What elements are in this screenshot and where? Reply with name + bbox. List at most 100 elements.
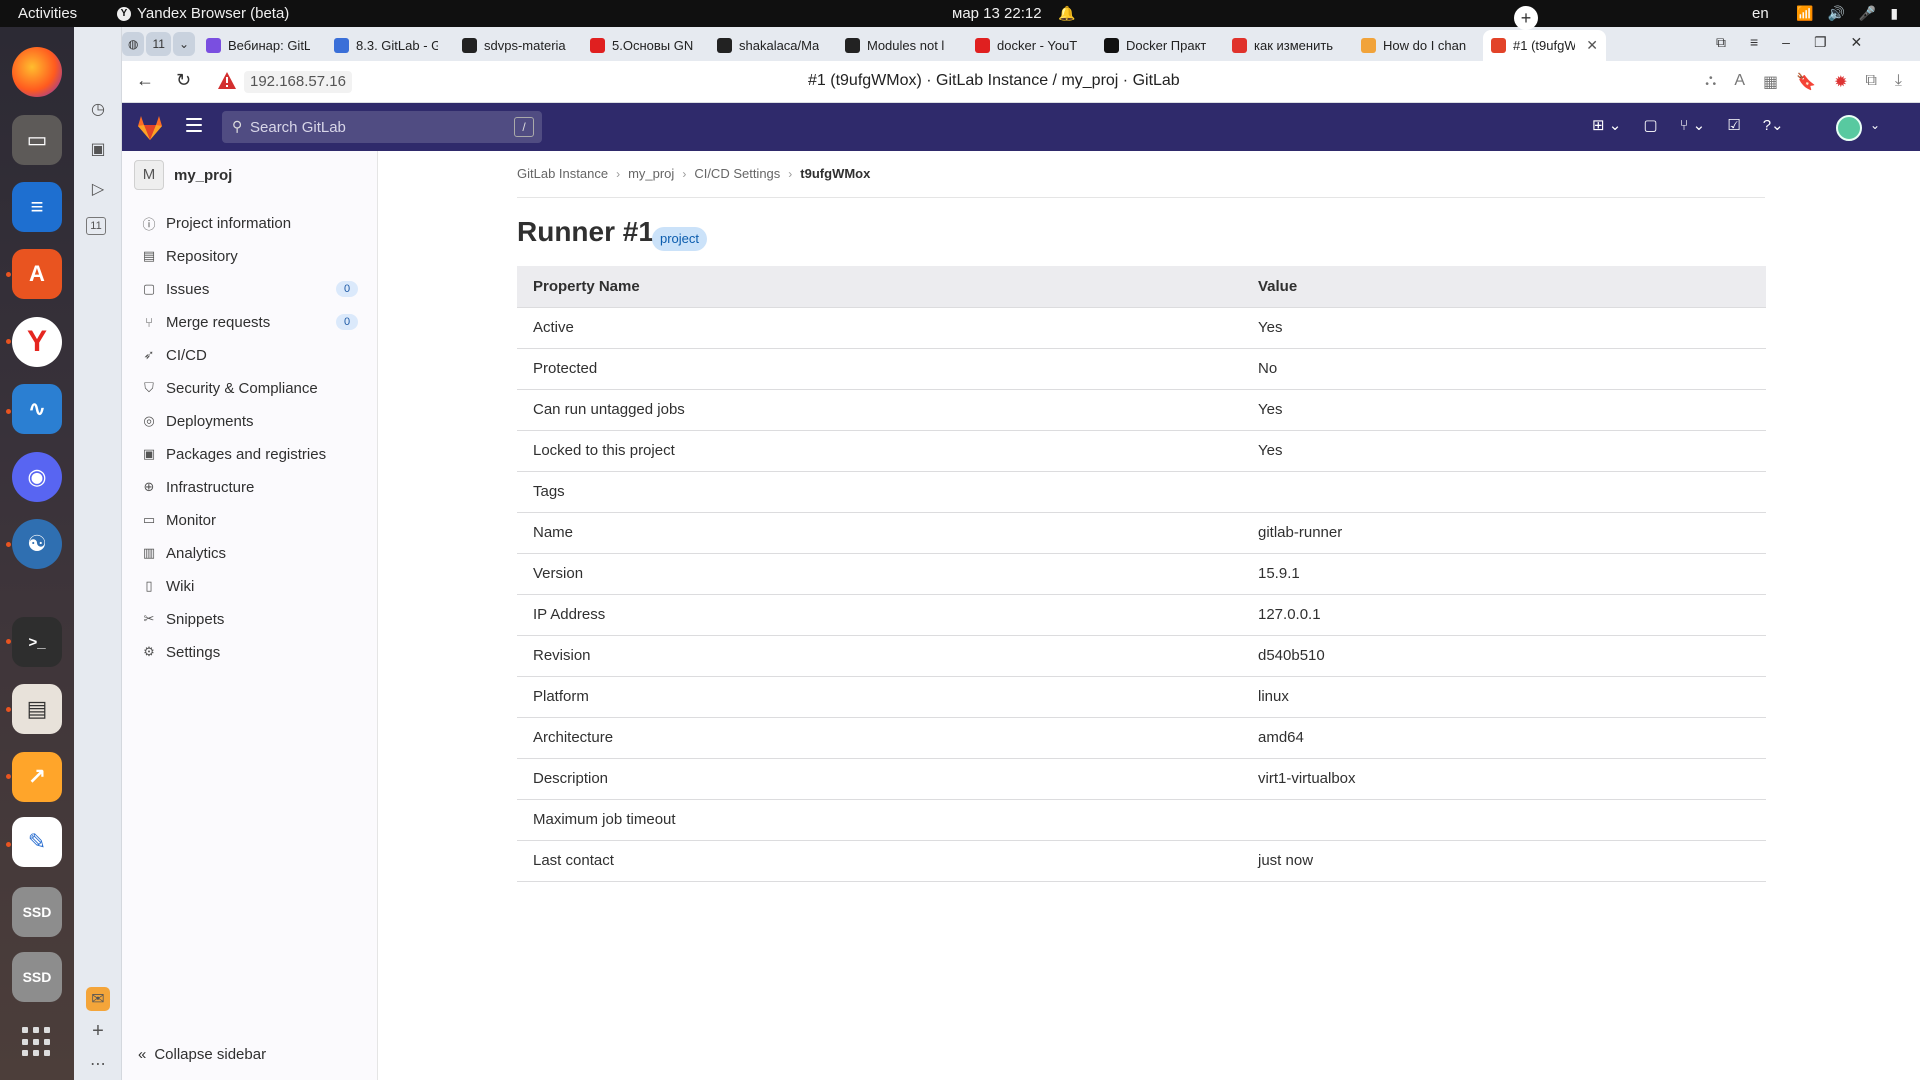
browser-tab[interactable]: Вебинар: GitL xyxy=(198,30,318,61)
window-controls: ⧉ ≡ – ❐ ✕ xyxy=(1716,34,1862,51)
url-field[interactable]: 192.168.57.16 xyxy=(244,71,352,93)
menu-icon[interactable]: ≡ xyxy=(1750,34,1758,51)
ssd-drive-icon-2[interactable]: SSD xyxy=(12,952,62,1002)
browser-tab[interactable]: #1 (t9ufgW ✕ xyxy=(1483,30,1606,61)
tab-favicon-icon xyxy=(1104,38,1119,53)
clock[interactable]: мар 13 22:12 xyxy=(952,0,1042,27)
sidebar-item-settings[interactable]: ⚙ Settings xyxy=(122,636,378,668)
sidebar-item-analytics[interactable]: ▥ Analytics xyxy=(122,537,378,569)
bell-icon[interactable]: 🔔 xyxy=(1058,0,1075,27)
scissors-icon: ✂ xyxy=(143,611,155,626)
breadcrumb-item[interactable]: t9ufgWMox xyxy=(800,166,870,181)
writer-icon[interactable]: ≡ xyxy=(12,182,62,232)
browser-tab[interactable]: Docker Практ xyxy=(1096,30,1216,61)
collections-button-icon[interactable]: ⧉ xyxy=(1865,72,1876,92)
bookmark-icon[interactable]: 🔖 xyxy=(1796,72,1816,92)
sidebar-item-security-compliance[interactable]: ⛉ Security & Compliance xyxy=(122,372,378,404)
terminal-icon[interactable]: >_ xyxy=(12,617,62,667)
todos-icon[interactable]: ☑ xyxy=(1727,116,1740,134)
sidebar-item-snippets[interactable]: ✂ Snippets xyxy=(122,603,378,635)
sidebar-item-merge-requests[interactable]: ⑂ Merge requests 0 xyxy=(122,306,378,338)
discord-icon[interactable]: ◉ xyxy=(12,452,62,502)
translate-icon[interactable]: ⛬ xyxy=(1705,72,1716,92)
add-panel-icon[interactable]: + xyxy=(86,1019,110,1043)
history-icon[interactable]: ◷ xyxy=(86,97,110,121)
sidebar-item-infrastructure[interactable]: ⊕ Infrastructure xyxy=(122,471,378,503)
document-viewer-icon[interactable]: ▤ xyxy=(12,684,62,734)
sidebar-item-ci-cd[interactable]: ➶ CI/CD xyxy=(122,339,378,371)
notes-icon[interactable]: ✉ xyxy=(86,987,110,1011)
tab-title: 8.3. GitLab - G xyxy=(356,38,438,53)
system-monitor-icon[interactable]: ∿ xyxy=(12,384,62,434)
restore-icon[interactable]: ❐ xyxy=(1814,34,1827,51)
media-play-icon[interactable]: ▷ xyxy=(86,177,110,201)
files-icon[interactable]: ▭ xyxy=(12,115,62,165)
browser-tab[interactable]: sdvps-materia xyxy=(454,30,574,61)
user-avatar[interactable] xyxy=(1836,115,1862,141)
tab-list-icon[interactable]: ⧉ xyxy=(1716,34,1726,51)
breadcrumb-item[interactable]: CI/CD Settings xyxy=(694,166,780,181)
browser-tab[interactable]: 5.Основы GN xyxy=(582,30,702,61)
extension-icon[interactable]: ▦ xyxy=(1763,72,1778,92)
activities-button[interactable]: Activities xyxy=(18,0,77,27)
microphone-icon: 🎤 xyxy=(1858,5,1877,21)
browser-tab[interactable]: How do I chan xyxy=(1353,30,1475,61)
keyboard-language[interactable]: en xyxy=(1752,0,1769,27)
64bit-app-icon[interactable]: ↗ xyxy=(12,752,62,802)
yandex-browser-icon[interactable]: Y xyxy=(12,317,62,367)
sidebar-item-packages-and-registries[interactable]: ▣ Packages and registries xyxy=(122,438,378,470)
collections-icon[interactable]: ▣ xyxy=(86,137,110,161)
system-tray[interactable]: 📶 🔊 🎤 ▮ xyxy=(1796,0,1898,27)
merge-requests-header-icon[interactable]: ⑂ ⌄ xyxy=(1680,116,1706,134)
reload-icon[interactable]: ↻ xyxy=(176,70,191,91)
sidebar-item-monitor[interactable]: ▭ Monitor xyxy=(122,504,378,536)
browser-tab[interactable]: shakalaca/Ma xyxy=(709,30,829,61)
breadcrumb-item[interactable]: my_proj xyxy=(628,166,674,181)
sidebar-item-repository[interactable]: ▤ Repository xyxy=(122,240,378,272)
gitlab-logo-icon[interactable] xyxy=(136,115,164,141)
profile-icon[interactable]: ◍ xyxy=(122,32,145,56)
search-input[interactable] xyxy=(250,111,500,143)
bug-extension-icon[interactable]: ✹ xyxy=(1834,72,1847,92)
more-icon[interactable]: ⋯ xyxy=(86,1052,110,1076)
tab-count-icon[interactable]: 11 xyxy=(86,217,106,235)
sidebar-item-label: Deployments xyxy=(166,412,254,430)
chevron-right-icon: › xyxy=(616,166,621,181)
hamburger-menu-icon[interactable] xyxy=(186,118,202,132)
help-icon[interactable]: ?⌄ xyxy=(1763,116,1784,134)
sidebar-item-project-information[interactable]: ⓘ Project information xyxy=(122,207,378,239)
browser-tab[interactable]: 8.3. GitLab - G xyxy=(326,30,446,61)
sidebar-item-deployments[interactable]: ◎ Deployments xyxy=(122,405,378,437)
back-icon[interactable]: ← xyxy=(136,70,154,91)
browser-tab[interactable]: как изменить xyxy=(1224,30,1346,61)
app-center-icon[interactable]: A xyxy=(12,249,62,299)
project-header[interactable]: M my_proj xyxy=(134,160,232,190)
create-new-icon[interactable]: ⊞ ⌄ xyxy=(1592,116,1621,134)
sidebar-item-issues[interactable]: ▢ Issues 0 xyxy=(122,273,378,305)
text-editor-icon[interactable]: ✎ xyxy=(12,817,62,867)
browser-tab[interactable]: docker - YouT xyxy=(967,30,1089,61)
close-tab-icon[interactable]: ✕ xyxy=(1586,37,1598,54)
downloads-icon[interactable]: ⤓ xyxy=(1895,72,1902,92)
close-icon[interactable]: ✕ xyxy=(1851,34,1863,51)
chevron-down-icon[interactable]: ⌄ xyxy=(1870,118,1880,132)
warning-icon[interactable] xyxy=(218,72,236,89)
chevron-down-icon[interactable]: ⌄ xyxy=(172,32,196,56)
ssd-drive-icon[interactable]: SSD xyxy=(12,887,62,937)
issues-header-icon[interactable]: ▢ xyxy=(1643,116,1657,134)
collapse-sidebar-button[interactable]: « Collapse sidebar xyxy=(138,1046,266,1063)
eclipse-icon[interactable]: ☯ xyxy=(12,519,62,569)
tab-controls[interactable]: ◍ 11 ⌄ xyxy=(122,32,196,56)
breadcrumb-item[interactable]: GitLab Instance xyxy=(517,166,608,181)
property-value: Yes xyxy=(1242,389,1766,431)
firefox-icon[interactable] xyxy=(12,47,62,97)
show-apps-icon[interactable] xyxy=(22,1027,52,1057)
browser-tab[interactable]: Modules not l xyxy=(837,30,959,61)
app-menu[interactable]: Y Yandex Browser (beta) xyxy=(117,0,289,27)
reader-icon[interactable]: A xyxy=(1734,72,1745,92)
search-box[interactable]: ⚲ / xyxy=(222,111,542,143)
tab-group-count[interactable]: 11 xyxy=(146,32,171,56)
minimize-icon[interactable]: – xyxy=(1782,34,1790,51)
new-tab-button[interactable]: + xyxy=(1514,6,1538,30)
sidebar-item-wiki[interactable]: ▯ Wiki xyxy=(122,570,378,602)
